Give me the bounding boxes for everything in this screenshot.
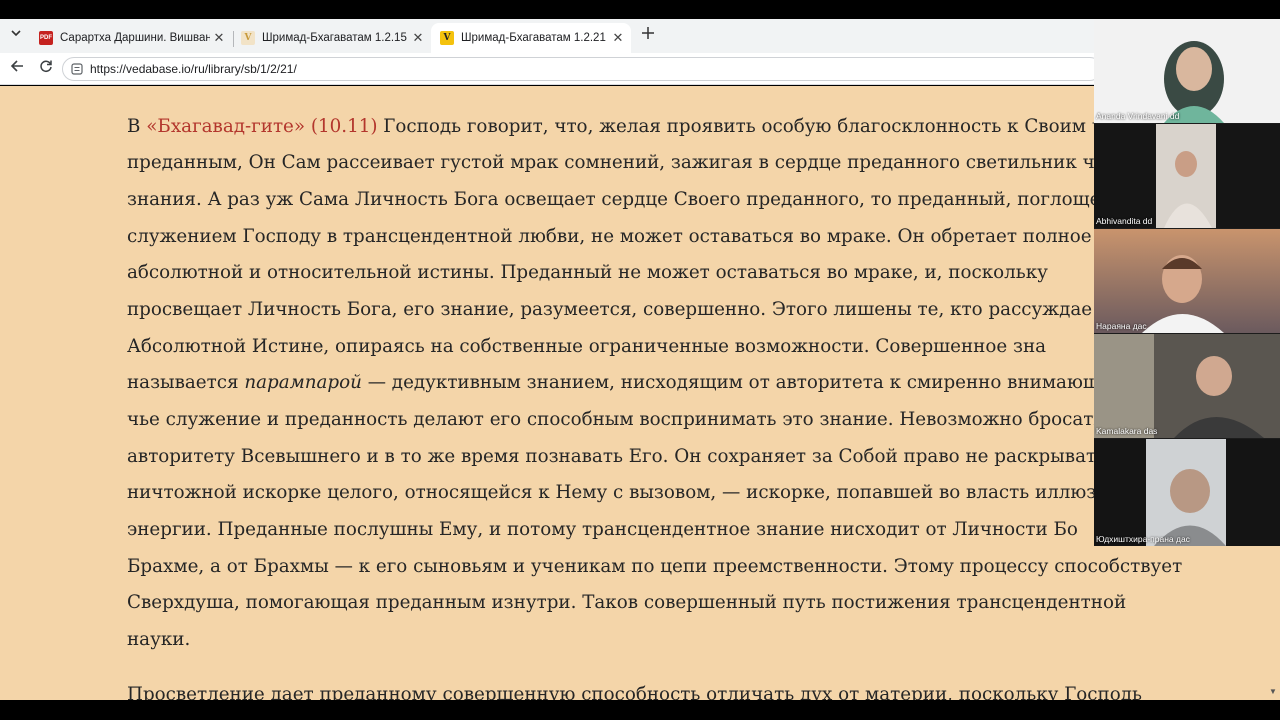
line-text: называется (127, 372, 245, 393)
line-text: — дедуктивным знанием, нисходящим от авт… (361, 372, 1100, 393)
article-line: служением Господу в трансцендентной любв… (127, 226, 1131, 247)
paramparya-term: парампарой (244, 372, 362, 393)
top-black-bar (0, 0, 1280, 19)
reload-button[interactable] (36, 59, 56, 79)
participant-video (1094, 124, 1280, 228)
video-participants-panel: Ananda Vrindavani dd Abhivandita dd Нара… (1094, 19, 1280, 546)
article-line: Просветление дает преданному совершенную… (127, 684, 1142, 700)
pdf-icon: PDF (39, 31, 53, 45)
vedabase-icon: V (241, 31, 255, 45)
address-bar[interactable]: https://vedabase.io/ru/library/sb/1/2/21… (62, 57, 1102, 81)
tab-strip: PDF Сарартха Даршини. Вишванатха ✕ V Шри… (0, 19, 1094, 53)
site-info-icon[interactable] (71, 63, 83, 75)
article-line: авторитету Всевышнего и в то же время по… (127, 446, 1107, 467)
participant-name: Kamalakara das (1096, 426, 1158, 436)
article-line: абсолютной и относительной истины. Преда… (127, 262, 1048, 283)
article-line: просвещает Личность Бога, его знание, ра… (127, 299, 1093, 320)
tab-sarartha[interactable]: PDF Сарартха Даршини. Вишванатха ✕ (30, 23, 232, 53)
article-line: знания. А раз уж Сама Личность Бога осве… (127, 189, 1113, 210)
participant-tile[interactable]: Abhivandita dd (1094, 124, 1280, 228)
reload-icon (40, 60, 52, 73)
article-line: Сверхдуша, помогающая преданным изнутри.… (127, 592, 1127, 613)
tab-title: Сарартха Даршини. Вишванатха (60, 32, 210, 44)
participant-video (1094, 229, 1280, 333)
page-scrollbar[interactable] (1268, 546, 1280, 700)
article-line: науки. (127, 629, 191, 650)
tab-title: Шримад-Бхагаватам 1.2.15 (262, 32, 407, 44)
plus-icon (642, 27, 654, 39)
participant-name: Abhivandita dd (1096, 216, 1153, 226)
article-line: энергии. Преданные послушны Ему, и потом… (127, 519, 1078, 540)
tab-title: Шримад-Бхагаватам 1.2.21 (461, 32, 606, 44)
chevron-down-icon (11, 30, 21, 37)
participant-tile[interactable]: Ananda Vrindavani dd (1094, 19, 1280, 123)
participant-name: Юдхиштхира-прана дас (1096, 534, 1190, 544)
participant-video (1094, 19, 1280, 123)
vedabase-icon: V (440, 31, 454, 45)
bottom-black-bar (0, 700, 1280, 720)
new-tab-button[interactable] (638, 25, 658, 45)
line-text: Господь говорит, что, желая проявить осо… (377, 116, 1127, 137)
article-line: преданным, Он Сам рассеивает густой мрак… (127, 152, 1118, 173)
arrow-left-icon (10, 60, 23, 72)
article-line: называется парампарой — дедуктивным знан… (127, 370, 1100, 396)
close-icon[interactable]: ✕ (411, 31, 425, 45)
tab-sb-1-2-21[interactable]: V Шримад-Бхагаватам 1.2.21 ✕ (431, 23, 631, 53)
participant-video (1094, 439, 1280, 546)
bhagavad-gita-link[interactable]: «Бхагавад-гите» (10.11) (146, 116, 377, 137)
article-line: В «Бхагавад-гите» (10.11) Господь говори… (127, 114, 1126, 140)
back-button[interactable] (7, 59, 27, 79)
tab-search-button[interactable] (6, 27, 26, 45)
article-line: чье служение и преданность делают его сп… (127, 409, 1120, 430)
participant-tile[interactable]: Kamalakara das (1094, 334, 1280, 438)
article-page: В «Бхагавад-гите» (10.11) Господь говори… (0, 86, 1268, 700)
article-line: ничтожной искорке целого, относящейся к … (127, 482, 1108, 503)
scroll-down-icon[interactable]: ▼ (1266, 687, 1280, 699)
article-line: Брахме, а от Брахмы — к его сыновьям и у… (127, 556, 1183, 577)
article-line: Абсолютной Истине, опираясь на собственн… (127, 336, 1047, 357)
browser-toolbar: https://vedabase.io/ru/library/sb/1/2/21… (0, 53, 1102, 85)
close-icon[interactable]: ✕ (212, 31, 226, 45)
participant-name: Ananda Vrindavani dd (1096, 111, 1180, 121)
close-icon[interactable]: ✕ (611, 31, 625, 45)
line-text: В (127, 116, 147, 137)
participant-video (1094, 334, 1280, 438)
tab-sb-1-2-15[interactable]: V Шримад-Бхагаватам 1.2.15 ✕ (232, 23, 431, 53)
participant-tile[interactable]: Юдхиштхира-прана дас (1094, 439, 1280, 546)
participant-name: Нараяна дас (1096, 321, 1147, 331)
url-text[interactable]: https://vedabase.io/ru/library/sb/1/2/21… (90, 62, 297, 76)
participant-tile[interactable]: Нараяна дас (1094, 229, 1280, 333)
